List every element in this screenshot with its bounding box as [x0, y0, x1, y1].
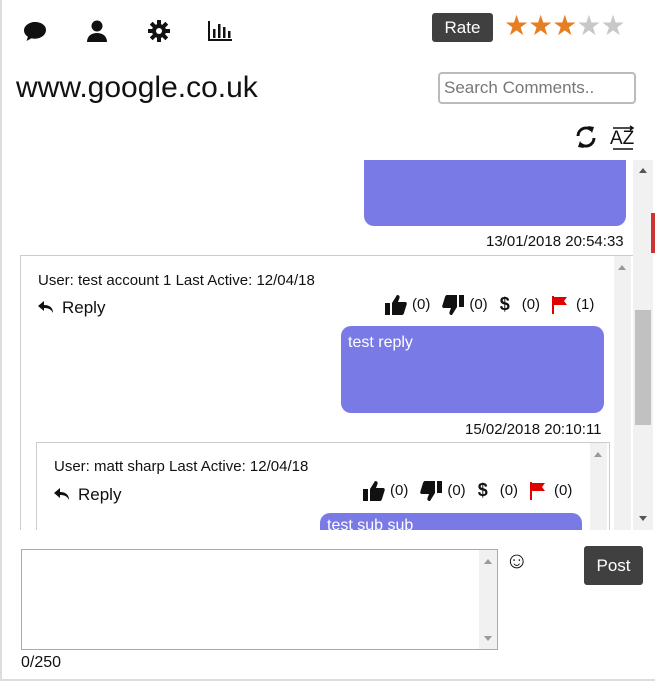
sub-comment-scrollbar[interactable]: [590, 443, 607, 530]
comment-feed[interactable]: 13/01/2018 20:54:33 User: test account 1…: [0, 160, 653, 530]
reply-icon: [54, 488, 69, 500]
sub-comment-card: User: matt sharp Last Active: 12/04/18 R…: [36, 442, 610, 530]
timestamp: 13/01/2018 20:54:33: [486, 233, 624, 250]
flag-count: (1): [576, 296, 595, 313]
thumbs-down-icon[interactable]: [420, 480, 443, 501]
dislike-count: (0): [469, 296, 488, 313]
character-counter: 0/250: [21, 654, 62, 671]
scrollbar-thumb[interactable]: [635, 310, 651, 425]
tip-count: (0): [499, 482, 519, 499]
thumbs-up-icon[interactable]: [385, 294, 407, 315]
reply-button[interactable]: Reply: [54, 485, 121, 505]
comment-input-scrollbar[interactable]: [479, 550, 497, 649]
star-icon[interactable]: ★: [600, 11, 625, 41]
scroll-up-arrow[interactable]: [639, 168, 647, 173]
dollar-icon[interactable]: $: [500, 294, 510, 315]
feed-scrollbar[interactable]: [633, 160, 653, 530]
comment-actions: (0) (0) $ (0) (0): [363, 480, 584, 501]
star-icon[interactable]: ★: [576, 11, 601, 41]
edge-marker: [651, 213, 655, 253]
star-icon[interactable]: ★: [552, 11, 577, 41]
dollar-icon[interactable]: $: [478, 480, 488, 501]
comment-user-line: User: test account 1 Last Active: 12/04/…: [38, 272, 315, 289]
refresh-icon[interactable]: [574, 124, 598, 155]
comment-scrollbar[interactable]: [614, 256, 631, 530]
comment-user-line: User: matt sharp Last Active: 12/04/18: [54, 458, 309, 475]
like-count: (0): [390, 482, 409, 499]
post-button[interactable]: Post: [584, 546, 643, 585]
tip-count: (0): [521, 296, 541, 313]
comment-input[interactable]: [21, 549, 498, 650]
stats-icon[interactable]: [207, 18, 233, 44]
reply-icon: [38, 301, 53, 313]
sort-az-label: AZ: [610, 128, 635, 149]
timestamp: 15/02/2018 20:10:11: [465, 421, 602, 438]
settings-icon[interactable]: [146, 18, 172, 44]
reply-label: Reply: [78, 485, 122, 504]
rating-stars[interactable]: ★★★★★: [504, 11, 626, 41]
search-comments-input[interactable]: [438, 72, 636, 104]
sort-az-icon[interactable]: AZ: [609, 124, 637, 157]
scroll-down-arrow[interactable]: [484, 636, 492, 641]
flag-icon[interactable]: [552, 295, 568, 314]
message-bubble: test reply: [341, 326, 604, 413]
star-icon[interactable]: ★: [504, 11, 529, 41]
emoji-icon[interactable]: ☺: [505, 548, 528, 572]
flag-count: (0): [554, 482, 573, 499]
rate-button[interactable]: Rate: [432, 13, 493, 42]
thumbs-down-icon[interactable]: [442, 294, 465, 315]
site-title: www.google.co.uk: [16, 71, 258, 104]
scroll-up-arrow[interactable]: [484, 559, 492, 564]
thumbs-up-icon[interactable]: [363, 480, 385, 501]
dislike-count: (0): [447, 482, 466, 499]
user-icon[interactable]: [84, 18, 110, 44]
message-bubble: [364, 160, 626, 226]
comment-actions: (0) (0) $ (0) (1): [385, 294, 606, 315]
flag-icon[interactable]: [530, 481, 546, 500]
reply-label: Reply: [62, 298, 106, 317]
scroll-up-arrow[interactable]: [618, 265, 626, 270]
scroll-up-arrow[interactable]: [594, 452, 602, 457]
comment-card: User: test account 1 Last Active: 12/04/…: [20, 255, 634, 530]
reply-button[interactable]: Reply: [38, 298, 105, 318]
comments-icon[interactable]: [22, 18, 48, 44]
like-count: (0): [412, 296, 431, 313]
star-icon[interactable]: ★: [528, 11, 553, 41]
scroll-down-arrow[interactable]: [639, 516, 647, 521]
message-bubble: test sub sub: [320, 513, 582, 530]
